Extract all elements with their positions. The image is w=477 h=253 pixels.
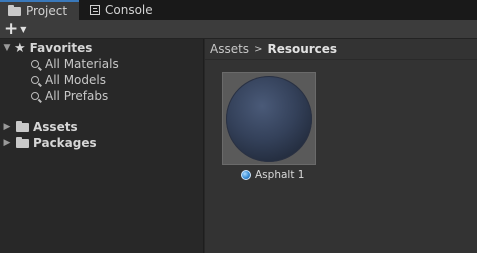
asset-name: Asphalt 1 (255, 169, 305, 181)
favorite-item-label: All Materials (45, 57, 119, 71)
tab-console[interactable]: Console (82, 0, 172, 20)
chevron-right-icon: > (254, 43, 263, 55)
breadcrumb: Assets > Resources (205, 39, 477, 60)
window-tab-bar: Project Console (0, 0, 477, 20)
tab-project[interactable]: Project (0, 0, 79, 20)
folder-icon (16, 136, 29, 148)
tree-item-label: Packages (33, 136, 97, 150)
folder-icon (16, 120, 29, 132)
search-icon (31, 60, 39, 68)
breadcrumb-item-resources[interactable]: Resources (267, 42, 337, 56)
tree-item-favorites[interactable]: ▼ ★ Favorites (2, 40, 93, 56)
favorite-item-label: All Prefabs (45, 89, 109, 103)
expand-arrow-icon[interactable]: ▶ (2, 138, 12, 148)
create-dropdown-button[interactable]: + ▼ (4, 19, 27, 39)
search-icon (31, 92, 39, 100)
folder-icon (8, 4, 21, 16)
tab-console-label: Console (105, 3, 153, 17)
favorite-item-all-prefabs[interactable]: All Prefabs (31, 88, 108, 104)
console-icon (90, 5, 100, 15)
material-preview-sphere (226, 76, 312, 162)
material-icon (241, 170, 251, 180)
expand-arrow-icon[interactable]: ▶ (2, 122, 12, 132)
expand-arrow-icon[interactable]: ▼ (2, 43, 12, 53)
tree-item-label: Assets (33, 120, 78, 134)
tree-item-packages[interactable]: ▶ Packages (2, 135, 97, 151)
asset-browser-panel: Assets > Resources Asphalt 1 (205, 39, 477, 253)
tree-item-assets[interactable]: ▶ Assets (2, 119, 78, 135)
tab-project-label: Project (26, 4, 68, 18)
favorite-item-all-materials[interactable]: All Materials (31, 56, 119, 72)
favorite-item-label: All Models (45, 73, 106, 87)
project-tree-panel: ▼ ★ Favorites All Materials All Models A… (0, 39, 204, 253)
project-toolbar: + ▼ (0, 20, 477, 39)
breadcrumb-item-assets[interactable]: Assets (210, 42, 249, 56)
star-icon: ★ (14, 40, 26, 56)
favorites-label: Favorites (29, 41, 93, 55)
search-icon (31, 76, 39, 84)
asset-thumbnail[interactable] (222, 72, 316, 165)
asset-label[interactable]: Asphalt 1 (241, 168, 304, 182)
chevron-down-icon: ▼ (20, 24, 27, 34)
favorite-item-all-models[interactable]: All Models (31, 72, 106, 88)
plus-icon: + (4, 19, 19, 39)
